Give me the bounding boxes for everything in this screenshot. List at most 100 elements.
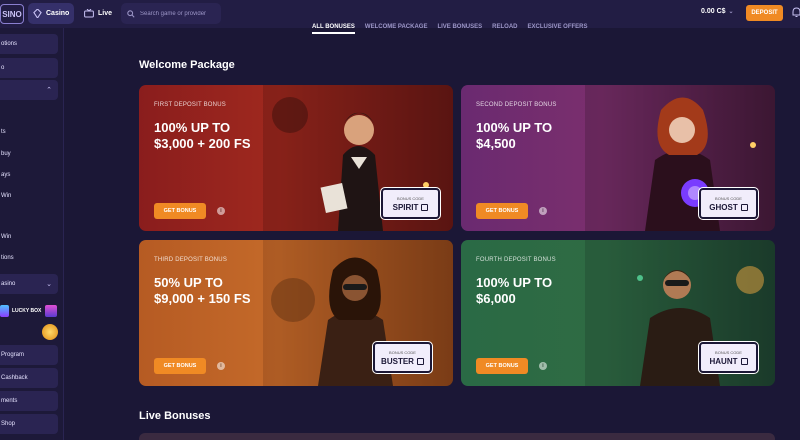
sidebar-item-vip[interactable]: o — [0, 58, 58, 78]
welcome-package-title: Welcome Package — [139, 59, 235, 71]
sidebar-item-live-casino[interactable]: asino ⌄ — [0, 274, 58, 294]
bonus-tabs: ALL BONUSES WELCOME PACKAGE LIVE BONUSES… — [312, 24, 588, 34]
sidebar-item-label: ments — [1, 398, 18, 404]
bonus-code-text: SPIRIT — [392, 202, 419, 212]
info-icon[interactable]: i — [217, 207, 225, 215]
info-icon[interactable]: i — [539, 207, 547, 215]
bonus-card-label: SECOND DEPOSIT BONUS — [476, 102, 557, 108]
bonus-card-third-deposit: THIRD DEPOSIT BONUS 50% UP TO $9,000 + 1… — [139, 240, 453, 386]
sidebar-item-label: asino — [1, 281, 16, 287]
bonus-code-text: BUSTER — [381, 356, 414, 366]
bonus-code-box[interactable]: BONUS CODE HAUNT — [698, 341, 759, 374]
info-icon[interactable]: i — [539, 362, 547, 370]
chevron-up-icon: ⌃ — [46, 87, 52, 94]
bonus-card-label: FIRST DEPOSIT BONUS — [154, 102, 226, 108]
bonus-card-second-deposit: SECOND DEPOSIT BONUS 100% UP TO $4,500 G… — [461, 85, 775, 231]
bonus-code-value: GHOST — [709, 202, 748, 212]
tab-reload[interactable]: RELOAD — [492, 24, 517, 34]
bonus-code-value: HAUNT — [710, 357, 748, 366]
site-logo[interactable]: SINO — [0, 4, 24, 24]
bonus-headline-line1: 100% UP TO — [476, 120, 553, 135]
bonus-code-box[interactable]: BONUS CODE SPIRIT — [380, 187, 441, 220]
balance-display[interactable]: 0.00 C$ ⌄ — [701, 8, 734, 15]
bonus-code-box[interactable]: BONUS CODE GHOST — [698, 187, 759, 220]
bonus-headline-line2: $6,000 — [476, 291, 516, 306]
logo-text: SINO — [2, 9, 22, 19]
sidebar-item-slots[interactable]: ts — [0, 126, 58, 138]
sidebar-item-win[interactable]: Win — [0, 231, 58, 243]
bonus-card-label: FOURTH DEPOSIT BONUS — [476, 257, 556, 263]
copy-icon[interactable] — [421, 203, 429, 211]
tv-icon — [84, 9, 94, 18]
bonus-card-label: THIRD DEPOSIT BONUS — [154, 257, 228, 263]
get-bonus-button[interactable]: GET BONUS — [154, 203, 206, 219]
tab-exclusive-offers[interactable]: EXCLUSIVE OFFERS — [528, 24, 588, 34]
sidebar-item-games-group[interactable]: ⌃ — [0, 80, 58, 100]
deposit-button[interactable]: DEPOSIT — [746, 5, 783, 21]
get-bonus-button[interactable]: GET BONUS — [154, 358, 206, 374]
sidebar-item-label: Shop — [1, 421, 16, 427]
sidebar-item-label: Program — [1, 352, 25, 358]
nav-casino[interactable]: Casino — [28, 3, 74, 24]
bell-icon[interactable] — [792, 7, 800, 18]
sidebar-item-megaways[interactable]: ays — [0, 169, 58, 181]
casino-icon — [33, 9, 42, 18]
nav-live[interactable]: Live — [84, 3, 112, 24]
tab-live-bonuses[interactable]: LIVE BONUSES — [437, 24, 482, 34]
search-box[interactable] — [121, 3, 221, 24]
get-bonus-button[interactable]: GET BONUS — [476, 358, 528, 374]
bonus-card-headline: 100% UP TO $3,000 + 200 FS — [154, 120, 354, 152]
bonus-card-headline: 100% UP TO $4,500 — [476, 120, 676, 152]
bonus-code-text: HAUNT — [709, 356, 738, 366]
bonus-code-box[interactable]: BONUS CODE BUSTER — [372, 341, 433, 374]
bonus-card-fourth-deposit: FOURTH DEPOSIT BONUS 100% UP TO $6,000 G… — [461, 240, 775, 386]
sidebar-item-label: Win — [1, 234, 12, 240]
copy-icon[interactable] — [740, 357, 748, 365]
bonus-code-label: BONUS CODE — [715, 349, 742, 355]
bonus-code-value: SPIRIT — [393, 203, 429, 212]
gift-box-icon — [45, 305, 57, 317]
sidebar-item-cashback[interactable]: Cashback — [0, 368, 58, 388]
copy-icon[interactable] — [416, 357, 424, 365]
lucky-box-label: LUCKY BOX — [12, 308, 42, 314]
nav-casino-label: Casino — [46, 10, 70, 17]
sidebar-item-label: tions — [1, 255, 14, 261]
tab-welcome-package[interactable]: WELCOME PACKAGE — [365, 24, 428, 34]
sidebar-item-promotions[interactable]: otions — [0, 34, 58, 54]
balance-value: 0.00 C$ — [701, 8, 726, 15]
sidebar-item-hold-and-win[interactable]: Win — [0, 190, 58, 202]
nav-live-label: Live — [98, 10, 113, 17]
bonus-headline-line1: 100% UP TO — [154, 120, 231, 135]
sidebar-item-label: Cashback — [1, 375, 28, 381]
bonus-headline-line2: $9,000 + 150 FS — [154, 291, 251, 306]
bonus-card-first-deposit: FIRST DEPOSIT BONUS 100% UP TO $3,000 + … — [139, 85, 453, 231]
bonus-code-value: BUSTER — [381, 357, 424, 366]
search-input[interactable] — [140, 10, 220, 17]
chevron-down-icon: ⌄ — [46, 281, 52, 288]
bonus-card-headline: 100% UP TO $6,000 — [476, 275, 676, 307]
copy-icon[interactable] — [740, 203, 748, 211]
bonus-code-text: GHOST — [709, 202, 738, 212]
sidebar-item-tournaments[interactable]: ments — [0, 391, 58, 411]
bonus-headline-line1: 100% UP TO — [476, 275, 553, 290]
bonus-headline-line2: $4,500 — [476, 136, 516, 151]
sidebar-item-bonus-buy[interactable]: buy — [0, 148, 58, 160]
live-bonuses-title: Live Bonuses — [139, 410, 211, 422]
lucky-box-banner[interactable]: LUCKY BOX — [0, 300, 60, 322]
tab-all-bonuses[interactable]: ALL BONUSES — [312, 24, 355, 34]
sidebar-item-label: Win — [1, 193, 12, 199]
chevron-down-icon: ⌄ — [728, 9, 734, 15]
sidebar-item-label: o — [1, 65, 5, 71]
sidebar-item-vip-program[interactable]: Program — [0, 345, 58, 365]
get-bonus-button[interactable]: GET BONUS — [476, 203, 528, 219]
sidebar: otions o ⌃ ts buy ays Win Win tions asin… — [0, 28, 64, 440]
trophy-icon[interactable] — [42, 324, 58, 340]
info-icon[interactable]: i — [217, 362, 225, 370]
live-bonuses-card-peek — [139, 433, 775, 440]
bonus-code-label: BONUS CODE — [397, 195, 424, 201]
sidebar-item-shop[interactable]: Shop — [0, 414, 58, 434]
sidebar-item-collections[interactable]: tions — [0, 252, 58, 264]
bonus-code-label: BONUS CODE — [389, 349, 416, 355]
sidebar-item-label: otions — [1, 41, 18, 47]
sidebar-item-label: ays — [1, 172, 11, 178]
